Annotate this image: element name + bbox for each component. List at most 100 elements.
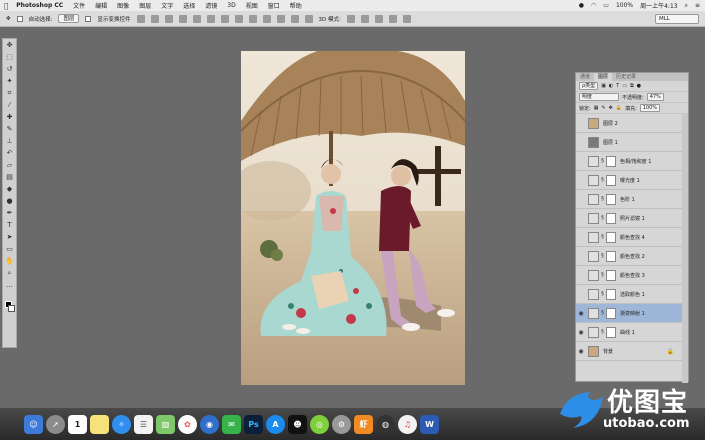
- layer-name[interactable]: 图层 1: [603, 139, 618, 146]
- fill-input[interactable]: 100%: [639, 104, 661, 112]
- camera-app-icon[interactable]: ◍: [376, 414, 395, 434]
- iqiyi-icon[interactable]: ◎: [310, 414, 329, 434]
- layer-thumbnail[interactable]: [588, 193, 599, 205]
- lock-pixels-icon[interactable]: ✎: [601, 105, 605, 111]
- filter-type-icon[interactable]: T: [616, 83, 619, 89]
- layer-thumbnail[interactable]: [588, 155, 599, 167]
- clone-stamp-icon[interactable]: ⊥: [4, 137, 15, 146]
- itunes-icon[interactable]: ♫: [398, 414, 417, 434]
- layer-thumbnail[interactable]: [588, 231, 599, 243]
- layer-row[interactable]: ◉ 背景 🔒: [576, 342, 688, 361]
- menu-list-icon[interactable]: ≡: [695, 2, 700, 9]
- layer-thumbnail[interactable]: [588, 117, 599, 129]
- tab-channels[interactable]: 通道: [576, 73, 594, 81]
- visibility-eye-icon[interactable]: ◉: [576, 348, 586, 355]
- layer-row[interactable]: 图层 1: [576, 133, 688, 152]
- align-left-icon[interactable]: [178, 14, 187, 23]
- menu-edit[interactable]: 编辑: [95, 1, 107, 10]
- layer-row[interactable]: § 色相/饱和度 1: [576, 152, 688, 171]
- distribute-right-icon[interactable]: [290, 14, 299, 23]
- mask-link-icon[interactable]: §: [600, 177, 605, 183]
- layer-thumbnail[interactable]: [588, 269, 599, 281]
- layer-row[interactable]: § 颜色查找 4: [576, 228, 688, 247]
- photos-icon[interactable]: ✿: [178, 414, 197, 434]
- layer-row[interactable]: § 颜色查找 2: [576, 247, 688, 266]
- layer-row[interactable]: ◉ § 曲线 1: [576, 323, 688, 342]
- lock-position-icon[interactable]: ✥: [609, 105, 613, 111]
- eyedropper-icon[interactable]: ⁄: [4, 101, 15, 110]
- layers-scrollbar[interactable]: [682, 113, 688, 383]
- layer-mask-thumbnail[interactable]: [606, 288, 616, 300]
- marquee-tool-icon[interactable]: ⬚: [4, 53, 15, 62]
- layer-thumbnail[interactable]: [588, 250, 599, 262]
- mask-link-icon[interactable]: §: [600, 272, 605, 278]
- edit-toolbar-icon[interactable]: …: [4, 281, 15, 290]
- distribute-top-icon[interactable]: [220, 14, 229, 23]
- layer-mask-thumbnail[interactable]: [606, 174, 616, 186]
- menu-filter[interactable]: 滤镜: [205, 1, 217, 10]
- layer-mask-thumbnail[interactable]: [606, 155, 616, 167]
- filter-shape-icon[interactable]: ▭: [622, 83, 627, 89]
- layer-name[interactable]: 曝光度 1: [620, 177, 640, 184]
- 3d-roll-icon[interactable]: [360, 14, 369, 23]
- blend-mode-dropdown[interactable]: 明度: [579, 93, 619, 101]
- xiami-icon[interactable]: 虾: [354, 414, 373, 434]
- align-center-icon[interactable]: [192, 14, 201, 23]
- menu-type[interactable]: 文字: [161, 1, 173, 10]
- filter-adjust-icon[interactable]: ◐: [609, 83, 613, 89]
- layer-row[interactable]: § 照片滤镜 1: [576, 209, 688, 228]
- mask-link-icon[interactable]: §: [600, 158, 605, 164]
- layer-thumbnail[interactable]: [588, 307, 599, 319]
- auto-select-dropdown[interactable]: 图层: [58, 14, 80, 23]
- blur-tool-icon[interactable]: ◆: [4, 185, 15, 194]
- workspace-preset-dropdown[interactable]: MLL: [655, 14, 699, 24]
- layer-name[interactable]: 颜色查找 3: [620, 272, 645, 279]
- dodge-tool-icon[interactable]: ●: [4, 197, 15, 206]
- layer-mask-thumbnail[interactable]: [606, 250, 616, 262]
- clock[interactable]: 周一上午4:13: [640, 1, 677, 10]
- tab-history[interactable]: 历史记录: [612, 73, 640, 81]
- hand-tool-icon[interactable]: ✋: [4, 257, 15, 266]
- distribute-middle-icon[interactable]: [234, 14, 243, 23]
- finder-icon[interactable]: ☺: [24, 414, 43, 434]
- align-middle-icon[interactable]: [150, 14, 159, 23]
- layer-name[interactable]: 渐变映射 1: [620, 310, 645, 317]
- document-canvas[interactable]: [241, 51, 465, 385]
- distribute-bottom-icon[interactable]: [248, 14, 257, 23]
- type-tool-icon[interactable]: T: [4, 221, 15, 230]
- calendar-icon[interactable]: 1: [68, 414, 87, 434]
- filter-pixel-icon[interactable]: ▣: [601, 83, 606, 89]
- notes-icon[interactable]: [90, 414, 109, 434]
- pen-tool-icon[interactable]: ✒: [4, 209, 15, 218]
- wechat-status-icon[interactable]: ●: [579, 2, 584, 9]
- auto-align-icon[interactable]: [304, 14, 313, 23]
- menu-image[interactable]: 图像: [117, 1, 129, 10]
- healing-brush-icon[interactable]: ✚: [4, 113, 15, 122]
- qq-browser-icon[interactable]: ◉: [200, 414, 219, 434]
- opacity-input[interactable]: 47%: [646, 93, 664, 101]
- reminders-icon[interactable]: ☰: [134, 414, 153, 434]
- layer-mask-thumbnail[interactable]: [606, 212, 616, 224]
- apple-icon[interactable]: : [4, 2, 8, 10]
- distribute-left-icon[interactable]: [262, 14, 271, 23]
- layer-name[interactable]: 色阶 1: [620, 196, 635, 203]
- 3d-scale-icon[interactable]: [402, 14, 411, 23]
- move-tool-icon[interactable]: ✥: [4, 41, 15, 50]
- eraser-icon[interactable]: ▱: [4, 161, 15, 170]
- gradient-tool-icon[interactable]: ▤: [4, 173, 15, 182]
- 3d-pan-icon[interactable]: [374, 14, 383, 23]
- layer-row[interactable]: ◉ § 渐变映射 1: [576, 304, 688, 323]
- menu-layer[interactable]: 图层: [139, 1, 151, 10]
- layer-thumbnail[interactable]: [588, 326, 599, 338]
- layer-name[interactable]: 选取颜色 1: [620, 291, 645, 298]
- align-bottom-icon[interactable]: [164, 14, 173, 23]
- filter-smart-icon[interactable]: ⧉: [630, 83, 634, 89]
- auto-select-checkbox[interactable]: [16, 15, 23, 22]
- menu-select[interactable]: 选择: [183, 1, 195, 10]
- align-right-icon[interactable]: [206, 14, 215, 23]
- layer-name[interactable]: 照片滤镜 1: [620, 215, 645, 222]
- safari-icon[interactable]: ✧: [112, 414, 131, 434]
- background-color-swatch[interactable]: [8, 305, 15, 312]
- menu-file[interactable]: 文件: [73, 1, 85, 10]
- layer-thumbnail[interactable]: [588, 174, 599, 186]
